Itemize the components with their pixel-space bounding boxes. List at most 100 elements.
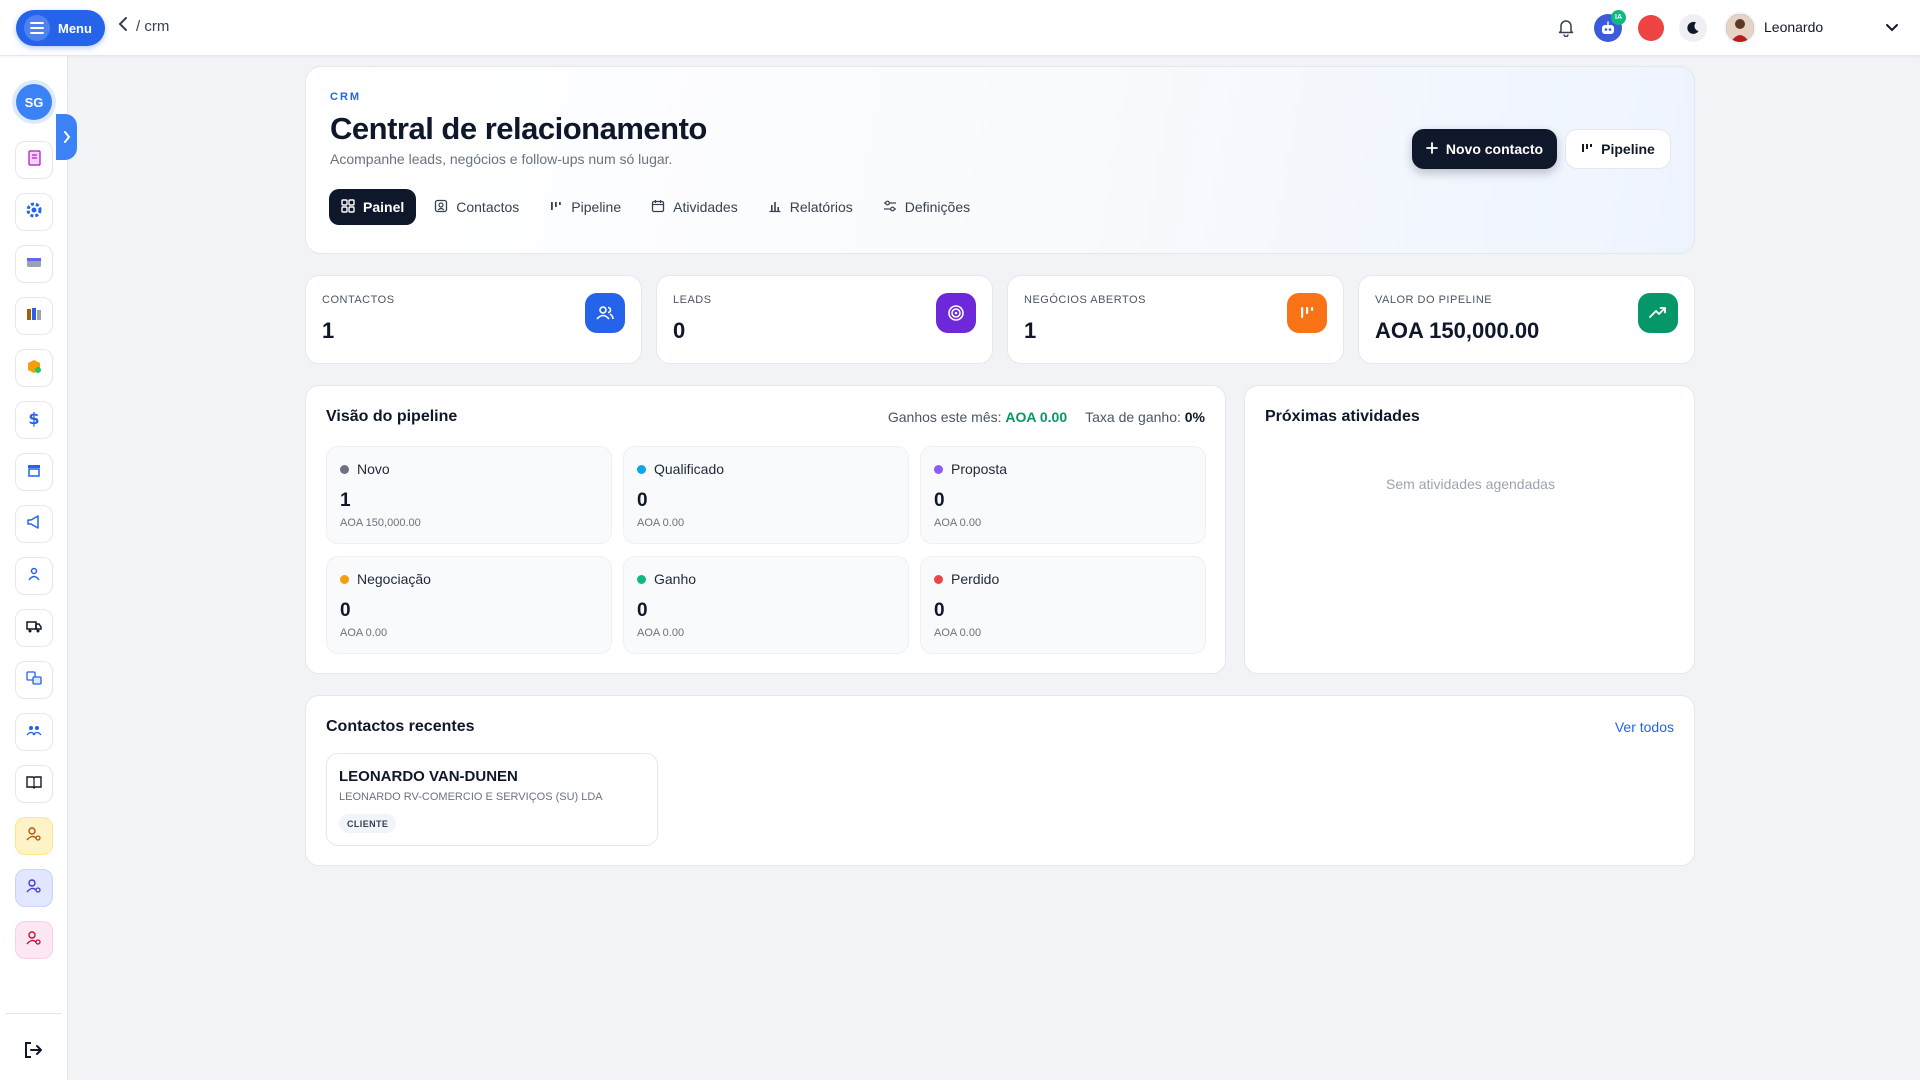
user-name[interactable]: Leonardo [1764, 19, 1823, 35]
empty-state: Sem atividades agendadas [1386, 476, 1555, 492]
sliders-icon [883, 199, 897, 216]
stage-dot [934, 574, 943, 584]
new-contact-button[interactable]: Novo contacto [1412, 129, 1557, 169]
stage-name: Qualificado [654, 461, 725, 477]
bell-icon[interactable] [1556, 17, 1578, 39]
contact-card[interactable]: LEONARDO VAN-DUNEN LEONARDO RV-COMERCIO … [326, 753, 658, 846]
pipeline-icon [549, 199, 563, 216]
stage-card-ganho[interactable]: Ganho 0 AOA 0.00 [623, 556, 909, 654]
stage-amount: AOA 0.00 [934, 517, 982, 529]
target-icon [936, 293, 976, 333]
user-search-icon [25, 929, 43, 952]
upcoming-activities-card: Próximas atividades Sem atividades agend… [1244, 385, 1695, 674]
stat-label: NEGÓCIOS ABERTOS [1024, 294, 1146, 306]
plus-icon [1425, 141, 1438, 157]
hamburger-icon [24, 15, 50, 41]
menu-label: Menu [58, 20, 92, 36]
stat-label: CONTACTOS [322, 294, 395, 306]
stage-card-qualificado[interactable]: Qualificado 0 AOA 0.00 [623, 446, 909, 544]
page-title: Central de relacionamento [330, 111, 707, 146]
stage-amount: AOA 0.00 [637, 627, 685, 639]
page-subtitle: Acompanhe leads, negócios e follow-ups n… [330, 151, 673, 167]
company-avatar[interactable]: SG [16, 84, 52, 120]
stat-card-contactos: CONTACTOS 1 [305, 275, 642, 364]
stage-card-proposta[interactable]: Proposta 0 AOA 0.00 [920, 446, 1206, 544]
win-rate: Taxa de ganho: 0% [1085, 409, 1205, 425]
card-icon [25, 253, 43, 276]
menu-button[interactable]: Menu [16, 10, 105, 46]
won-label: Ganhos este mês: [887, 409, 1002, 425]
pipeline-button[interactable]: Pipeline [1565, 129, 1671, 169]
sidebar-item-user-yellow[interactable] [15, 817, 53, 855]
sidebar-item-users[interactable] [15, 713, 53, 751]
gear-icon [25, 201, 43, 224]
sidebar-item-finance[interactable]: $ [15, 401, 53, 439]
stage-count: 0 [637, 490, 648, 511]
status-indicator[interactable] [1638, 15, 1664, 41]
top-bar: Menu / crm IA Leonardo [0, 0, 1920, 56]
stat-card-leads: LEADS 0 [656, 275, 993, 364]
megaphone-icon [25, 513, 43, 536]
stat-value: 0 [673, 318, 686, 343]
rate-label: Taxa de ganho: [1085, 409, 1181, 425]
team-icon [25, 565, 43, 588]
sidebar-item-docs[interactable] [15, 765, 53, 803]
rate-value: 0% [1184, 409, 1205, 425]
sidebar-item-marketing[interactable] [15, 505, 53, 543]
receipt-icon [25, 149, 43, 172]
pipeline-meta: Ganhos este mês: AOA 0.00 Taxa de ganho:… [888, 409, 1205, 425]
logout-icon[interactable] [22, 1039, 46, 1063]
see-all-link[interactable]: Ver todos [1615, 719, 1674, 735]
sidebar-item-library[interactable] [15, 297, 53, 335]
pipeline-button-label: Pipeline [1601, 141, 1655, 157]
stage-amount: AOA 150,000.00 [340, 517, 421, 529]
dollar-icon: $ [25, 409, 43, 432]
stat-card-valor: VALOR DO PIPELINE AOA 150,000.00 [1358, 275, 1695, 364]
moon-icon[interactable] [1679, 14, 1707, 42]
status-badge: CLIENTE [339, 814, 397, 833]
sidebar-item-cards[interactable] [15, 245, 53, 283]
new-contact-label: Novo contacto [1445, 141, 1544, 157]
avatar[interactable] [1724, 12, 1756, 44]
tab-pipeline[interactable]: Pipeline [537, 189, 633, 225]
stage-card-perdido[interactable]: Perdido 0 AOA 0.00 [920, 556, 1206, 654]
won-value: AOA 0.00 [1005, 409, 1068, 425]
crm-tabs: Painel Contactos Pipeline Atividades Rel… [329, 189, 982, 225]
tab-definicoes[interactable]: Definições [871, 189, 982, 225]
box-icon [25, 357, 43, 380]
tab-atividades[interactable]: Atividades [639, 189, 750, 225]
sidebar-item-user-pink[interactable] [15, 921, 53, 959]
stat-label: LEADS [673, 294, 712, 306]
contact-company: LEONARDO RV-COMERCIO E SERVIÇOS (SU) LDA [339, 791, 603, 803]
stage-card-negociacao[interactable]: Negociação 0 AOA 0.00 [326, 556, 612, 654]
stage-name: Perdido [951, 571, 1000, 587]
tab-label: Painel [363, 199, 405, 215]
tab-painel[interactable]: Painel [329, 189, 417, 225]
sidebar-item-user-blue[interactable] [15, 869, 53, 907]
stage-count: 0 [340, 600, 351, 621]
tab-contactos[interactable]: Contactos [422, 189, 531, 225]
sidebar-item-translate[interactable] [15, 661, 53, 699]
tab-relatorios[interactable]: Relatórios [756, 189, 865, 225]
back-chevron-icon[interactable] [118, 17, 128, 36]
store-icon [25, 461, 43, 484]
stat-value: AOA 150,000.00 [1375, 318, 1540, 343]
sidebar-item-team[interactable] [15, 557, 53, 595]
user-search-icon [25, 877, 43, 900]
sidebar-item-settings[interactable] [15, 193, 53, 231]
sidebar-item-receipt[interactable] [15, 141, 53, 179]
sidebar-item-inventory[interactable] [15, 349, 53, 387]
truck-icon [25, 617, 43, 640]
sidebar-item-store[interactable] [15, 453, 53, 491]
sidebar-expand-button[interactable] [56, 114, 77, 160]
sidebar-item-delivery[interactable] [15, 609, 53, 647]
translate-icon [25, 669, 43, 692]
hero-card: CRM Central de relacionamento Acompanhe … [305, 66, 1695, 254]
stage-amount: AOA 0.00 [637, 517, 685, 529]
pipeline-icon [1581, 141, 1593, 157]
tab-label: Definições [904, 199, 971, 215]
ai-badge: IA [1611, 10, 1626, 25]
users-icon [585, 293, 625, 333]
chevron-down-icon[interactable] [1885, 20, 1899, 38]
stage-card-novo[interactable]: Novo 1 AOA 150,000.00 [326, 446, 612, 544]
